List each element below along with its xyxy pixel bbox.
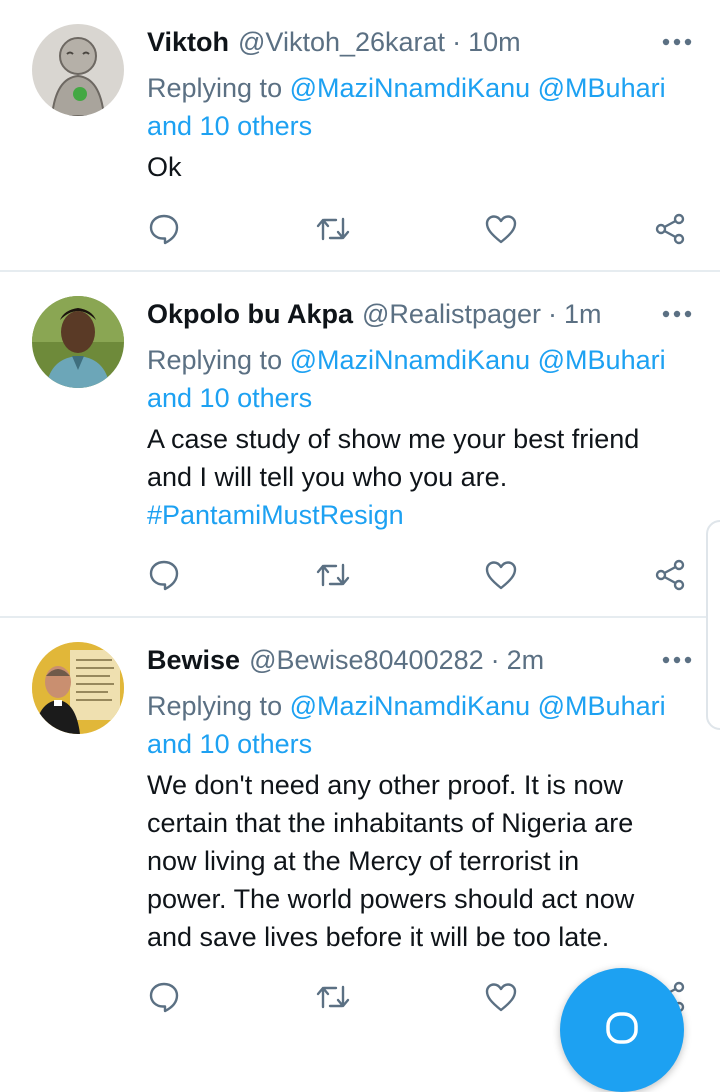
compose-button[interactable]: [560, 968, 684, 1092]
author-handle[interactable]: @Bewise80400282: [249, 645, 484, 676]
share-icon[interactable]: [653, 212, 687, 246]
like-icon[interactable]: [484, 212, 518, 246]
avatar[interactable]: [32, 642, 124, 734]
timestamp[interactable]: 2m: [507, 645, 545, 676]
tweet-actions: [147, 558, 690, 592]
separator-dot: ·: [548, 298, 558, 329]
more-icon[interactable]: [652, 22, 692, 62]
tweet-actions: [147, 212, 690, 246]
like-icon[interactable]: [484, 558, 518, 592]
mention-link[interactable]: @MBuhari: [538, 691, 666, 721]
separator-dot: ·: [490, 644, 500, 675]
others-link[interactable]: and 10 others: [147, 111, 312, 141]
hashtag-link[interactable]: #PantamiMustResign: [147, 496, 692, 534]
tweet-text-line: power. The world powers should act now: [147, 884, 635, 914]
avatar[interactable]: [32, 24, 124, 116]
more-icon[interactable]: [652, 294, 692, 334]
reply-icon[interactable]: [147, 212, 181, 246]
replying-to: Replying to @MaziNnamdiKanu @MBuhari and…: [147, 687, 692, 763]
author-name[interactable]: Okpolo bu Akpa: [147, 299, 353, 330]
timestamp[interactable]: 10m: [468, 27, 521, 58]
mention-link[interactable]: @MBuhari: [538, 345, 666, 375]
retweet-icon[interactable]: [316, 212, 350, 246]
tweet-text: Ok: [147, 148, 692, 186]
edge-panel: [706, 520, 720, 730]
replying-label: Replying to: [147, 691, 283, 721]
replying-label: Replying to: [147, 73, 283, 103]
tweet-2[interactable]: Okpolo bu Akpa @Realistpager · 1m Replyi…: [0, 272, 720, 618]
replying-to: Replying to @MaziNnamdiKanu @MBuhari and…: [147, 69, 692, 145]
others-link[interactable]: and 10 others: [147, 383, 312, 413]
separator-dot: ·: [452, 26, 462, 57]
replying-to: Replying to @MaziNnamdiKanu @MBuhari and…: [147, 341, 692, 417]
compose-icon: [604, 1010, 640, 1051]
retweet-icon[interactable]: [316, 558, 350, 592]
others-link[interactable]: and 10 others: [147, 729, 312, 759]
author-handle[interactable]: @Realistpager: [362, 299, 541, 330]
mention-link[interactable]: @MaziNnamdiKanu: [290, 73, 531, 103]
tweet-text-line: A case study of show me your best friend: [147, 424, 640, 454]
tweet-text-line: and I will tell you who you are.: [147, 462, 508, 492]
tweet-text-line: and save lives before it will be too lat…: [147, 922, 610, 952]
author-handle[interactable]: @Viktoh_26karat: [238, 27, 445, 58]
tweet-text: We don't need any other proof. It is now…: [147, 766, 692, 956]
reply-icon[interactable]: [147, 558, 181, 592]
tweet-text: A case study of show me your best friend…: [147, 420, 692, 534]
author-name[interactable]: Bewise: [147, 645, 240, 676]
author-name[interactable]: Viktoh: [147, 27, 229, 58]
mention-link[interactable]: @MaziNnamdiKanu: [290, 691, 531, 721]
tweet-text-line: certain that the inhabitants of Nigeria …: [147, 808, 634, 838]
mention-link[interactable]: @MaziNnamdiKanu: [290, 345, 531, 375]
mention-link[interactable]: @MBuhari: [538, 73, 666, 103]
more-icon[interactable]: [652, 640, 692, 680]
tweet-1[interactable]: Viktoh @Viktoh_26karat · 10m Replying to…: [0, 0, 720, 272]
avatar[interactable]: [32, 296, 124, 388]
tweet-text-line: We don't need any other proof. It is now: [147, 770, 623, 800]
tweet-text-line: Ok: [147, 152, 182, 182]
share-icon[interactable]: [653, 558, 687, 592]
tweet-text-line: now living at the Mercy of terrorist in: [147, 846, 580, 876]
reply-icon[interactable]: [147, 980, 181, 1014]
retweet-icon[interactable]: [316, 980, 350, 1014]
timestamp[interactable]: 1m: [564, 299, 602, 330]
replying-label: Replying to: [147, 345, 283, 375]
like-icon[interactable]: [484, 980, 518, 1014]
